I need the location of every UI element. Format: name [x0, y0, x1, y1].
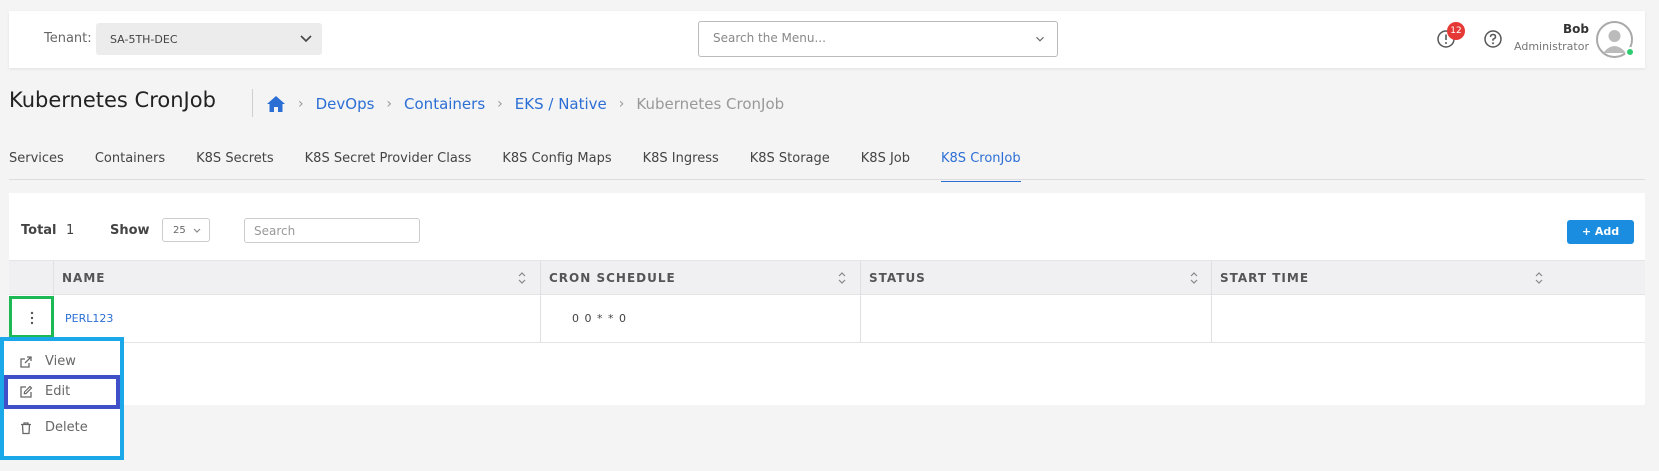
chevron-down-icon — [300, 35, 312, 43]
add-button-label: Add — [1594, 225, 1620, 238]
page-size-select[interactable]: 25 — [162, 218, 210, 242]
sort-icon[interactable] — [1189, 271, 1199, 285]
column-header-start-time[interactable]: START TIME — [1220, 261, 1640, 296]
total-value: 1 — [66, 223, 75, 238]
sort-icon[interactable] — [517, 271, 527, 285]
chevron-down-icon — [193, 228, 201, 233]
tab-services[interactable]: Services — [9, 151, 64, 182]
tab-k8s-cronjob[interactable]: K8S CronJob — [941, 151, 1021, 182]
menu-item-edit[interactable]: Edit — [4, 375, 120, 409]
column-divider — [860, 261, 861, 296]
column-header-status[interactable]: STATUS — [869, 261, 1209, 296]
top-bar: Tenant: SA-5TH-DEC 12 Bob Administrator — [9, 11, 1645, 68]
breadcrumb-separator: › — [618, 96, 625, 112]
plus-icon: + — [1581, 225, 1592, 238]
menu-item-label: Delete — [45, 420, 88, 435]
breadcrumb-separator: › — [298, 96, 304, 112]
menu-item-view[interactable]: View — [4, 345, 120, 379]
breadcrumb-devops[interactable]: DevOps — [316, 95, 375, 113]
column-divider — [860, 296, 861, 343]
column-divider — [1211, 296, 1212, 343]
notification-badge: 12 — [1447, 22, 1465, 40]
column-divider — [53, 261, 54, 296]
column-header-cron-schedule[interactable]: CRON SCHEDULE — [549, 261, 859, 296]
cell-cron-schedule: 0 0 * * 0 — [572, 312, 627, 325]
column-divider — [540, 261, 541, 296]
column-divider — [1211, 261, 1212, 296]
edit-icon — [20, 385, 33, 398]
column-header-label: START TIME — [1220, 271, 1310, 285]
table-row: PERL123 0 0 * * 0 — [9, 296, 1645, 343]
column-header-name[interactable]: NAME — [62, 261, 532, 296]
breadcrumb-separator: › — [386, 96, 393, 112]
tab-k8s-config-maps[interactable]: K8S Config Maps — [502, 151, 611, 182]
external-link-icon — [20, 356, 32, 368]
menu-search[interactable] — [698, 21, 1058, 57]
tenant-select[interactable]: SA-5TH-DEC — [96, 23, 322, 55]
table-search-input[interactable] — [254, 224, 404, 238]
tab-k8s-secret-provider-class[interactable]: K8S Secret Provider Class — [305, 151, 472, 182]
tenant-label: Tenant: — [44, 31, 92, 46]
tenant-value: SA-5TH-DEC — [110, 33, 178, 46]
row-actions-button[interactable] — [9, 296, 54, 338]
row-actions-menu: View Edit Delete — [0, 337, 124, 460]
user-role: Administrator — [1514, 40, 1589, 53]
tab-k8s-secrets[interactable]: K8S Secrets — [196, 151, 274, 182]
menu-item-label: View — [45, 354, 76, 369]
column-header-label: STATUS — [869, 271, 926, 285]
column-header-label: NAME — [62, 271, 106, 285]
tab-k8s-storage[interactable]: K8S Storage — [750, 151, 830, 182]
tab-k8s-ingress[interactable]: K8S Ingress — [643, 151, 719, 182]
page-title: Kubernetes CronJob — [9, 88, 216, 112]
title-divider — [252, 89, 253, 117]
breadcrumb-eks-native[interactable]: EKS / Native — [515, 95, 607, 113]
table-header: NAME CRON SCHEDULE STATUS START TIME — [9, 260, 1645, 296]
chevron-down-icon — [1036, 36, 1044, 42]
breadcrumb-current: Kubernetes CronJob — [636, 95, 785, 113]
column-divider — [540, 296, 541, 343]
home-icon[interactable] — [266, 95, 286, 113]
tabs-divider — [9, 179, 1645, 180]
menu-item-delete[interactable]: Delete — [4, 411, 120, 445]
breadcrumb: › DevOps › Containers › EKS / Native › K… — [266, 95, 784, 113]
sort-icon[interactable] — [837, 271, 847, 285]
trash-icon — [21, 422, 31, 435]
more-vertical-icon — [30, 311, 34, 325]
breadcrumb-containers[interactable]: Containers — [404, 95, 485, 113]
user-name: Bob — [1563, 22, 1589, 36]
sort-icon[interactable] — [1534, 271, 1544, 285]
column-header-label: CRON SCHEDULE — [549, 271, 676, 285]
cronjob-card: Total 1 Show 25 + Add NAME CRON SCHEDULE… — [9, 193, 1645, 405]
cell-name-link[interactable]: PERL123 — [65, 312, 113, 325]
online-status-dot — [1625, 47, 1635, 57]
tab-k8s-job[interactable]: K8S Job — [861, 151, 910, 182]
tab-bar: Services Containers K8S Secrets K8S Secr… — [9, 151, 1052, 182]
menu-search-input[interactable] — [713, 31, 1013, 45]
tab-containers[interactable]: Containers — [95, 151, 165, 182]
menu-item-label: Edit — [45, 384, 71, 399]
table-search[interactable] — [244, 218, 420, 243]
breadcrumb-separator: › — [497, 96, 503, 112]
add-button[interactable]: + Add — [1567, 220, 1634, 244]
total-label: Total — [21, 223, 57, 238]
page-size-value: 25 — [173, 225, 186, 236]
show-label: Show — [110, 223, 150, 238]
